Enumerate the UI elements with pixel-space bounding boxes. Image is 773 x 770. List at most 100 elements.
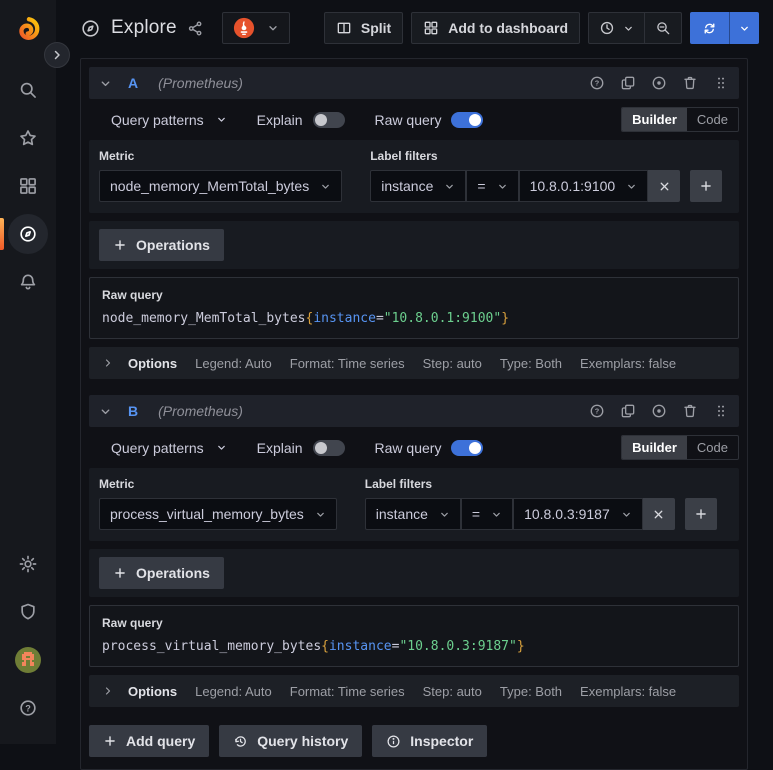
chevron-down-icon [322, 184, 330, 189]
filter-key-select[interactable]: instance [370, 170, 467, 202]
shield-icon [21, 603, 35, 620]
query-row-header[interactable]: B (Prometheus) ? [89, 395, 739, 427]
raw-query-title: Raw query [102, 616, 163, 630]
sidebar-item-search[interactable] [8, 70, 48, 110]
datasource-picker[interactable] [221, 12, 290, 44]
toggle-visibility-button[interactable] [651, 75, 667, 91]
sidebar-item-starred[interactable] [8, 118, 48, 158]
toggle-visibility-button[interactable] [651, 403, 667, 419]
explore-footer-actions: Add query Query history Inspector [89, 723, 739, 761]
filter-key-select[interactable]: instance [364, 498, 461, 530]
prometheus-icon [233, 17, 254, 39]
options-format: Format: Time series [289, 355, 405, 371]
query-row-header[interactable]: A (Prometheus) ? [89, 67, 739, 99]
remove-query-button[interactable] [682, 75, 698, 91]
inspector-button[interactable]: Inspector [372, 725, 488, 757]
drag-handle[interactable] [713, 75, 729, 91]
chevron-down-icon [441, 512, 448, 517]
remove-filter-button[interactable] [648, 170, 681, 202]
run-query-button-group [690, 12, 759, 44]
add-filter-button[interactable] [690, 170, 723, 202]
query-ref-id: A [128, 75, 139, 91]
add-query-label: Add query [126, 733, 196, 749]
explain-toggle[interactable] [312, 111, 345, 128]
filter-value: 10.8.0.1:9100 [529, 178, 616, 194]
operations-label: Operations [136, 565, 210, 581]
query-ref-id: B [128, 403, 139, 419]
share-shortened-link-button[interactable] [187, 20, 204, 37]
split-button[interactable]: Split [323, 12, 404, 44]
builder-mode-button[interactable]: Builder [622, 436, 687, 459]
chevron-down-icon [217, 445, 225, 450]
query-patterns-dropdown[interactable]: Query patterns [111, 112, 227, 128]
query-help-button[interactable]: ? [589, 403, 605, 419]
metric-label: Metric [99, 477, 135, 491]
add-to-dashboard-label: Add to dashboard [448, 20, 568, 36]
remove-query-button[interactable] [682, 403, 698, 419]
duplicate-query-button[interactable] [620, 75, 636, 91]
time-range-button[interactable] [589, 13, 644, 43]
info-circle-icon [387, 734, 400, 748]
options-step: Step: auto [422, 683, 482, 699]
query-options-row[interactable]: Options Legend: Auto Format: Time series… [89, 675, 739, 707]
sidebar-item-help[interactable]: ? [8, 688, 48, 728]
sidebar-item-configuration[interactable] [8, 544, 48, 584]
query-history-button[interactable]: Query history [219, 725, 363, 757]
metric-select[interactable]: node_memory_MemTotal_bytes [99, 170, 343, 202]
zoom-out-time-button[interactable] [644, 13, 681, 43]
sidebar-item-dashboards[interactable] [8, 166, 48, 206]
code-mode-button[interactable]: Code [687, 108, 738, 131]
chevron-down-icon [625, 26, 632, 31]
drag-handle[interactable] [713, 403, 729, 419]
add-operation-button[interactable]: Operations [99, 229, 224, 261]
sidebar-item-explore[interactable] [0, 214, 48, 254]
code-mode-button[interactable]: Code [687, 436, 738, 459]
svg-text:?: ? [595, 79, 600, 88]
duplicate-query-button[interactable] [620, 403, 636, 419]
options-format: Format: Time series [289, 683, 405, 699]
editor-mode-switch: Builder Code [621, 435, 739, 460]
raw-query-toggle[interactable] [451, 439, 484, 456]
query-help-button[interactable]: ? [589, 75, 605, 91]
explain-toggle[interactable] [312, 439, 345, 456]
filter-key-value: instance [375, 506, 428, 522]
sidebar-expand-button[interactable] [44, 42, 70, 68]
collapse-chevron-icon [101, 80, 110, 86]
filter-key-value: instance [381, 178, 434, 194]
sidebar-item-alerting[interactable] [8, 262, 48, 302]
raw-query-preview: Raw query process_virtual_memory_bytes{i… [89, 605, 739, 667]
label-filters-label: Label filters [370, 149, 438, 163]
editor-mode-switch: Builder Code [621, 107, 739, 132]
builder-mode-button[interactable]: Builder [622, 108, 687, 131]
run-query-interval-dropdown[interactable] [729, 12, 759, 44]
run-query-button[interactable] [690, 12, 729, 44]
grafana-logo[interactable] [8, 10, 48, 50]
remove-filter-button[interactable] [642, 498, 675, 530]
add-to-dashboard-button[interactable]: Add to dashboard [411, 12, 580, 44]
raw-query-toggle-label: Raw query [374, 111, 442, 128]
chevron-right-icon [105, 687, 111, 695]
sidebar-item-server-admin[interactable] [8, 592, 48, 632]
add-filter-button[interactable] [684, 498, 717, 530]
explore-toolbar: Explore Split Add to dashboard [56, 0, 773, 56]
copy-icon [621, 404, 635, 418]
metric-and-filters-box: Metric process_virtual_memory_bytes Labe… [89, 468, 739, 541]
filter-value-select[interactable]: 10.8.0.3:9187 [513, 498, 643, 530]
options-exemplars: Exemplars: false [580, 355, 677, 371]
gear-icon [19, 555, 37, 573]
chevron-down-icon [493, 512, 500, 517]
metric-select[interactable]: process_virtual_memory_bytes [99, 498, 337, 530]
explore-compass-icon [82, 19, 99, 37]
compass-icon [20, 226, 36, 242]
sidebar-item-profile[interactable] [8, 640, 48, 680]
add-operation-button[interactable]: Operations [99, 557, 224, 589]
add-query-button[interactable]: Add query [89, 725, 210, 757]
raw-query-toggle[interactable] [451, 111, 484, 128]
filter-value-select[interactable]: 10.8.0.1:9100 [518, 170, 649, 202]
query-options-row[interactable]: Options Legend: Auto Format: Time series… [89, 347, 739, 379]
filter-operator-select[interactable]: = [466, 170, 519, 202]
query-patterns-dropdown[interactable]: Query patterns [111, 440, 227, 456]
query-editor-container: A (Prometheus) ? Query patterns Explain … [80, 58, 748, 770]
svg-text:?: ? [25, 703, 31, 713]
filter-operator-select[interactable]: = [460, 498, 514, 530]
